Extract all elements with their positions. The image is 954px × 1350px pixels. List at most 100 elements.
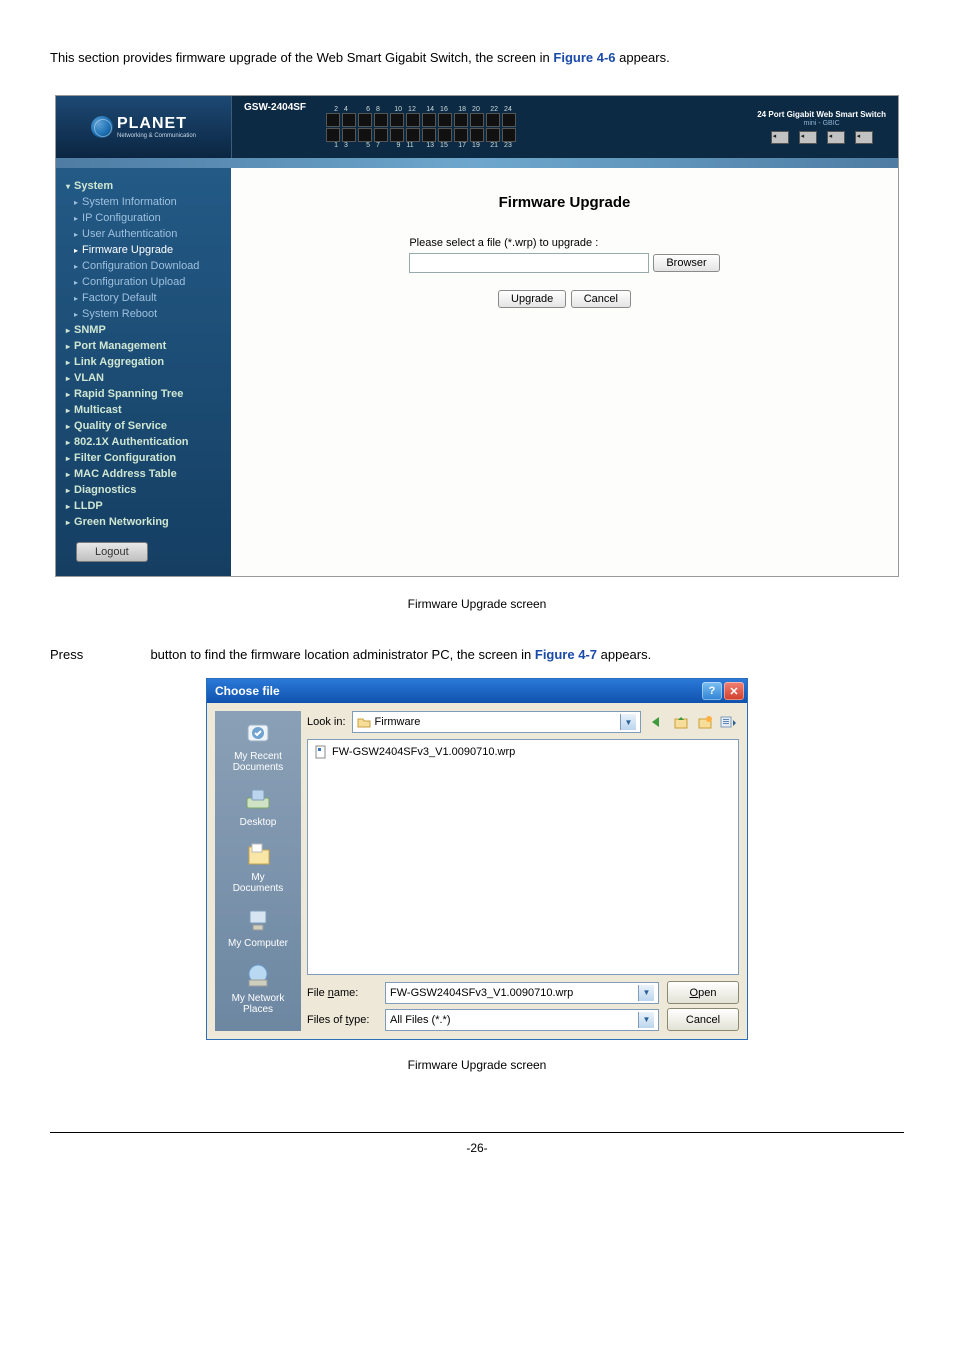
figure-4-7-link[interactable]: Figure 4-7 <box>535 647 597 662</box>
place-item[interactable]: Desktop <box>240 783 277 828</box>
sidebar-item[interactable]: ▸Firmware Upgrade <box>56 242 231 258</box>
sidebar-item[interactable]: ▸System Information <box>56 194 231 210</box>
browser-button[interactable]: Browser <box>653 254 719 272</box>
close-button[interactable]: ✕ <box>724 682 744 700</box>
place-item[interactable]: My NetworkPlaces <box>232 959 285 1015</box>
chevron-down-icon[interactable]: ▼ <box>638 985 654 1001</box>
sidebar-group[interactable]: ▸Link Aggregation <box>56 354 231 370</box>
places-bar: My RecentDocuments Desktop MyDocuments My C… <box>215 711 301 1031</box>
sidebar-group[interactable]: ▸Filter Configuration <box>56 450 231 466</box>
content-title: Firmware Upgrade <box>499 194 631 211</box>
press-paragraph: Press button to find the firmware locati… <box>50 647 904 662</box>
app-header: PLANET Networking & Communication GSW-24… <box>56 96 898 158</box>
chevron-icon: ▸ <box>66 374 70 383</box>
chevron-icon: ▸ <box>66 470 70 479</box>
file-icon <box>314 745 328 759</box>
choose-file-dialog: Choose file ? ✕ My RecentDocuments Deskto… <box>206 678 748 1040</box>
filename-label: File name: <box>307 987 377 999</box>
folder-open-icon <box>357 716 371 728</box>
bullet-icon: ▸ <box>74 214 78 223</box>
logo-text: PLANET <box>117 115 196 133</box>
file-name: FW-GSW2404SFv3_V1.0090710.wrp <box>332 746 515 758</box>
content-area: Firmware Upgrade Please select a file (*… <box>231 168 898 576</box>
sidebar-group[interactable]: ▸SNMP <box>56 322 231 338</box>
model-label: GSW-2404SF <box>244 102 306 113</box>
chevron-down-icon[interactable]: ▼ <box>620 714 636 730</box>
chevron-icon: ▸ <box>66 486 70 495</box>
place-item[interactable]: My Computer <box>228 904 288 949</box>
chevron-icon: ▸ <box>66 422 70 431</box>
cancel-button[interactable]: Cancel <box>571 290 631 308</box>
logo-area: PLANET Networking & Communication <box>56 96 232 158</box>
place-icon <box>242 904 274 936</box>
sidebar-item[interactable]: ▸IP Configuration <box>56 210 231 226</box>
figure-caption-1: Firmware Upgrade screen <box>50 597 904 611</box>
gbic-slot <box>827 131 845 144</box>
sidebar-group[interactable]: ▸Green Networking <box>56 514 231 530</box>
filetype-value: All Files (*.*) <box>390 1014 638 1026</box>
dialog-title-text: Choose file <box>215 684 700 698</box>
intro-paragraph: This section provides firmware upgrade o… <box>50 50 904 65</box>
chevron-icon: ▸ <box>66 342 70 351</box>
file-list[interactable]: FW-GSW2404SFv3_V1.0090710.wrp <box>307 739 739 975</box>
page-number: -26- <box>50 1132 904 1155</box>
place-icon <box>242 783 274 815</box>
filetype-combo[interactable]: All Files (*.*) ▼ <box>385 1009 659 1031</box>
upgrade-button[interactable]: Upgrade <box>498 290 566 308</box>
open-button[interactable]: Open <box>667 981 739 1004</box>
dialog-cancel-button[interactable]: Cancel <box>667 1008 739 1031</box>
upgrade-instruction: Please select a file (*.wrp) to upgrade … <box>409 237 598 249</box>
port-panel: 241368571012911141613151820171922242123 <box>326 106 516 149</box>
sidebar-group[interactable]: ▸802.1X Authentication <box>56 434 231 450</box>
sidebar-item[interactable]: ▸Configuration Upload <box>56 274 231 290</box>
sidebar-group[interactable]: ▸Multicast <box>56 402 231 418</box>
place-item[interactable]: My RecentDocuments <box>233 717 284 773</box>
up-folder-icon[interactable] <box>671 712 691 732</box>
gbic-slot <box>855 131 873 144</box>
switch-title: 24 Port Gigabit Web Smart Switch <box>757 110 886 119</box>
logout-button[interactable]: Logout <box>76 542 148 562</box>
sidebar-group[interactable]: ▸Quality of Service <box>56 418 231 434</box>
view-menu-icon[interactable] <box>719 712 739 732</box>
sidebar-group[interactable]: ▸Rapid Spanning Tree <box>56 386 231 402</box>
chevron-icon: ▸ <box>66 406 70 415</box>
place-icon <box>242 959 274 991</box>
lookin-value: Firmware <box>375 716 616 728</box>
logo-subtext: Networking & Communication <box>117 133 196 139</box>
place-item[interactable]: MyDocuments <box>233 838 284 894</box>
file-item[interactable]: FW-GSW2404SFv3_V1.0090710.wrp <box>312 744 517 760</box>
sidebar-group[interactable]: ▸Port Management <box>56 338 231 354</box>
help-button[interactable]: ? <box>702 682 722 700</box>
sidebar-group[interactable]: ▸Diagnostics <box>56 482 231 498</box>
lookin-select[interactable]: Firmware ▼ <box>352 711 641 733</box>
firmware-file-input[interactable] <box>409 253 649 273</box>
sidebar-group[interactable]: ▸VLAN <box>56 370 231 386</box>
sidebar-item[interactable]: ▸Configuration Download <box>56 258 231 274</box>
sidebar-item[interactable]: ▸System Reboot <box>56 306 231 322</box>
sidebar-group[interactable]: ▸LLDP <box>56 498 231 514</box>
planet-logo-icon <box>91 116 113 138</box>
chevron-icon: ▸ <box>66 358 70 367</box>
sidebar-group[interactable]: ▾System <box>56 178 231 194</box>
gbic-slot <box>771 131 789 144</box>
chevron-icon: ▸ <box>66 390 70 399</box>
bullet-icon: ▸ <box>74 262 78 271</box>
chevron-icon: ▾ <box>66 182 70 191</box>
bullet-icon: ▸ <box>74 278 78 287</box>
sidebar-item[interactable]: ▸User Authentication <box>56 226 231 242</box>
bullet-icon: ▸ <box>74 246 78 255</box>
new-folder-icon[interactable] <box>695 712 715 732</box>
back-icon[interactable] <box>647 712 667 732</box>
place-icon <box>242 717 274 749</box>
lookin-label: Look in: <box>307 716 346 728</box>
figure-4-6-link[interactable]: Figure 4-6 <box>553 50 615 65</box>
place-icon <box>242 838 274 870</box>
sidebar-group[interactable]: ▸MAC Address Table <box>56 466 231 482</box>
bullet-icon: ▸ <box>74 198 78 207</box>
chevron-down-icon[interactable]: ▼ <box>638 1012 654 1028</box>
sidebar-item[interactable]: ▸Factory Default <box>56 290 231 306</box>
filename-combo[interactable]: FW-GSW2404SFv3_V1.0090710.wrp ▼ <box>385 982 659 1004</box>
chevron-icon: ▸ <box>66 518 70 527</box>
bullet-icon: ▸ <box>74 230 78 239</box>
gbic-slot <box>799 131 817 144</box>
